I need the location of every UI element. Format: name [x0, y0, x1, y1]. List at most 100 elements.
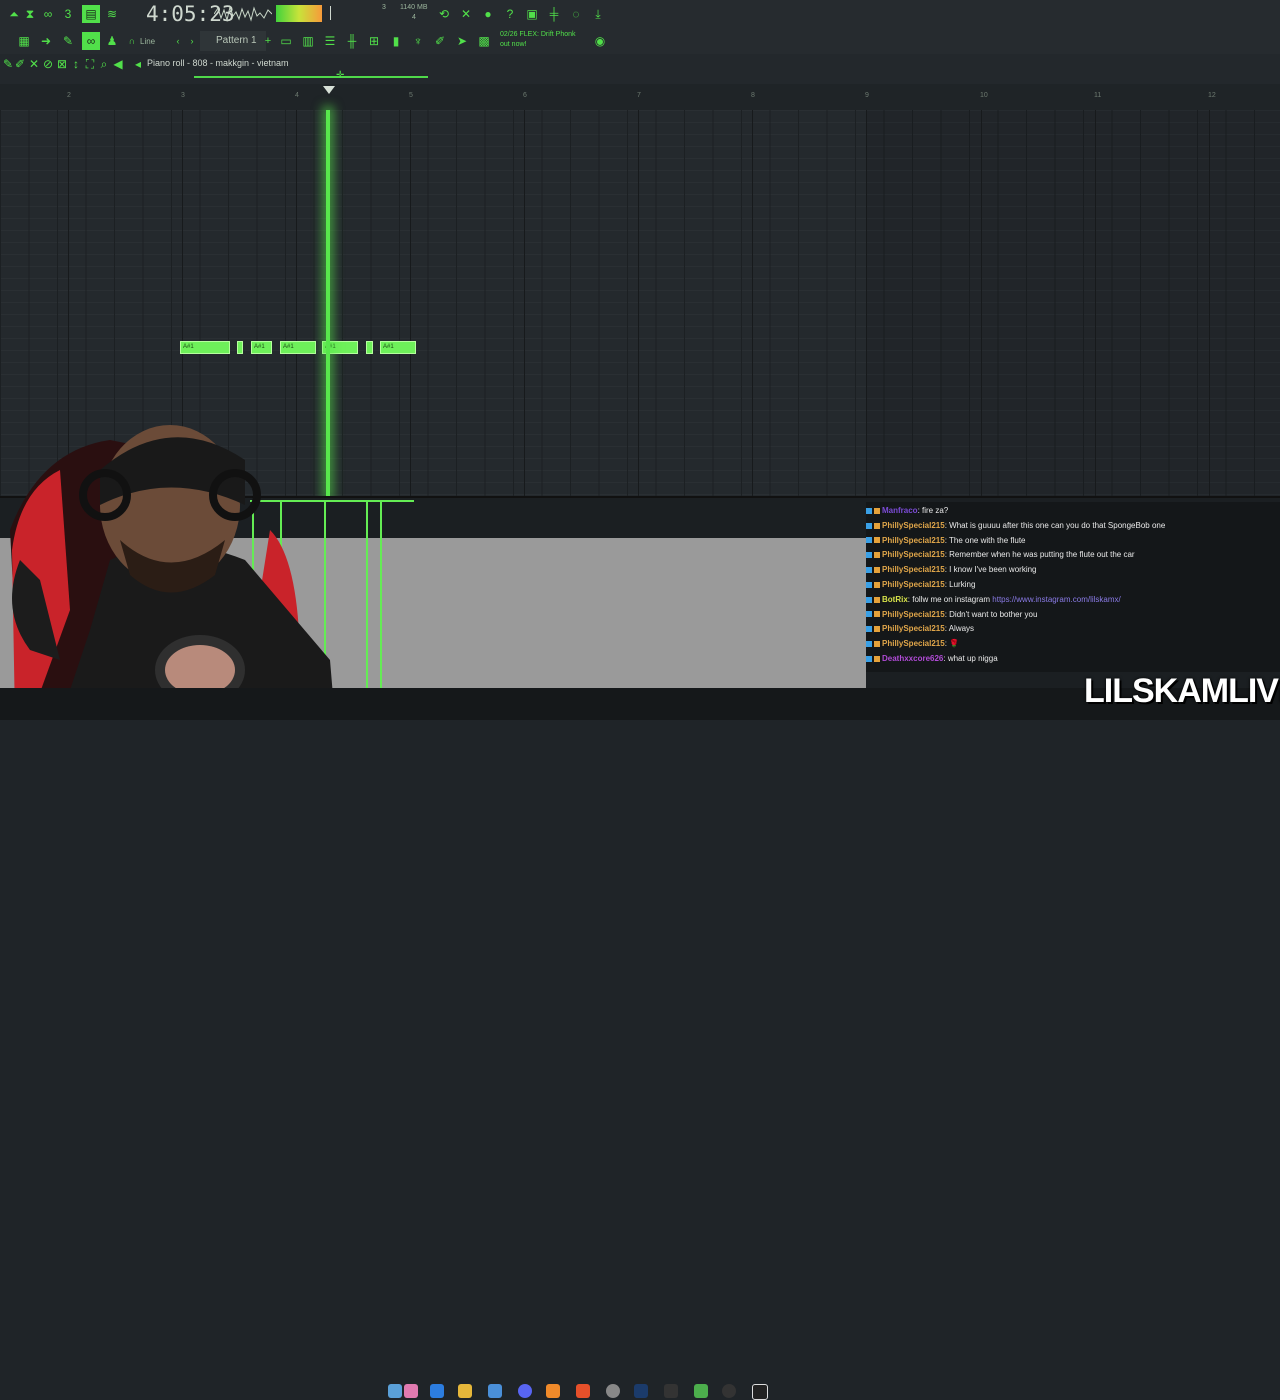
pattern-selector[interactable]: Pattern 1: [216, 35, 257, 46]
memory-usage: 1140 MB: [400, 4, 428, 11]
help-icon[interactable]: ?: [502, 6, 518, 22]
cpu-icon[interactable]: ▩: [476, 33, 492, 49]
chat-username[interactable]: PhillySpecial215: [882, 580, 945, 589]
microphone-icon[interactable]: ●: [480, 6, 496, 22]
velocity-bar[interactable]: [380, 500, 382, 688]
horizontal-scrollbar[interactable]: [194, 76, 428, 78]
download-icon[interactable]: ⤓: [590, 6, 606, 22]
chat-username[interactable]: Deathxxcore626: [882, 654, 943, 663]
magnet-icon[interactable]: ∩: [124, 33, 140, 49]
note-a#1[interactable]: A#1: [180, 341, 230, 354]
pencil-icon[interactable]: ✎: [60, 33, 76, 49]
blend-icon[interactable]: ≋: [104, 6, 120, 22]
chat-username[interactable]: PhillySpecial215: [882, 565, 945, 574]
master-volume-meter: [276, 5, 322, 22]
metronome-icon[interactable]: ⏶: [6, 6, 22, 22]
chevron-right-icon[interactable]: ›: [184, 33, 200, 49]
discord-icon[interactable]: [518, 1384, 532, 1398]
badge-icon: [874, 581, 880, 588]
chat-username[interactable]: PhillySpecial215: [882, 624, 945, 633]
wait-icon[interactable]: ⧗: [22, 6, 38, 22]
chat-message: PhillySpecial215: Didn't want to bother …: [866, 608, 1037, 622]
arrow-right-icon[interactable]: ➜: [38, 33, 54, 49]
speaker-icon: ◂: [134, 57, 142, 71]
bluestacks-icon[interactable]: [694, 1384, 708, 1398]
note-a#1[interactable]: A#1: [251, 341, 272, 354]
badge-icon: [866, 596, 872, 603]
fl-studio-icon[interactable]: [546, 1384, 560, 1398]
channel-rack-icon[interactable]: ▥: [300, 33, 316, 49]
badge-icon: [874, 596, 880, 603]
chat-message: PhillySpecial215: Always: [866, 622, 974, 636]
app-icon[interactable]: [664, 1384, 678, 1398]
playback-tool-icon[interactable]: ◀: [110, 56, 126, 72]
plugin-icon[interactable]: ╪: [546, 6, 562, 22]
mixer-icon[interactable]: ╫: [344, 33, 360, 49]
tulips-icon[interactable]: [388, 1384, 402, 1398]
chatgpt-icon[interactable]: [606, 1384, 620, 1398]
countdown-icon[interactable]: 3: [60, 6, 76, 22]
chat-username[interactable]: PhillySpecial215: [882, 610, 945, 619]
chat-username[interactable]: Manfraco: [882, 506, 918, 515]
bar-line: [638, 110, 639, 496]
steam-icon[interactable]: [634, 1384, 648, 1398]
bar-number: 7: [637, 92, 641, 99]
chat-username[interactable]: PhillySpecial215: [882, 521, 945, 530]
browser-icon[interactable]: ⊞: [366, 33, 382, 49]
store-icon[interactable]: [488, 1384, 502, 1398]
chat-link[interactable]: https://www.instagram.com/lilskamx/: [992, 595, 1120, 604]
note-a#1[interactable]: A#1: [280, 341, 316, 354]
bar-number: 9: [865, 92, 869, 99]
snap-select[interactable]: Line: [140, 37, 155, 46]
link-icon[interactable]: ∞: [82, 32, 100, 50]
save-icon[interactable]: ▣: [524, 6, 540, 22]
bar-number: 3: [181, 92, 185, 99]
brave-icon[interactable]: [576, 1384, 590, 1398]
capcut-icon[interactable]: [752, 1384, 768, 1400]
chat-username[interactable]: PhillySpecial215: [882, 550, 945, 559]
badge-icon: [874, 537, 880, 544]
send-icon[interactable]: ➤: [454, 33, 470, 49]
copilot-icon[interactable]: [430, 1384, 444, 1398]
master-pitch-slider[interactable]: [330, 6, 331, 20]
stamp-icon[interactable]: ♟: [104, 33, 120, 49]
folder-icon[interactable]: [458, 1384, 472, 1398]
note-a#1[interactable]: [366, 341, 373, 354]
photos-icon[interactable]: [404, 1384, 418, 1398]
news-text-2[interactable]: out now!: [500, 41, 526, 48]
note-a#1[interactable]: A#1: [380, 341, 416, 354]
note-a#1[interactable]: [237, 341, 243, 354]
chat-username[interactable]: PhillySpecial215: [882, 639, 945, 648]
undo-history-icon[interactable]: ⟲: [436, 6, 452, 22]
chat-username[interactable]: PhillySpecial215: [882, 536, 945, 545]
chat-text: : follw me on instagram: [907, 594, 993, 604]
news-text[interactable]: FLEX: Drift Phonk: [519, 31, 575, 38]
chat-overlay: Manfraco: fire za? PhillySpecial215: What…: [866, 502, 1280, 672]
chat-text: : fire za?: [917, 506, 949, 515]
piano-roll-titlebar: ✎ ✐ ✕ ⊘ ⊠ ↕ ⛶ ⌕ ◀ ◂ Piano roll - 808 - m…: [0, 54, 1280, 84]
piano-roll-icon[interactable]: ☰: [322, 33, 338, 49]
plugin-picker-icon[interactable]: ♆: [410, 33, 426, 49]
bar-line: [866, 110, 867, 496]
touch-keyboard-icon[interactable]: ✐: [432, 33, 448, 49]
playlist-icon[interactable]: ▭: [278, 33, 294, 49]
chat-username[interactable]: BotRix: [882, 595, 908, 604]
4k-downloader-icon[interactable]: [722, 1384, 736, 1398]
badge-icon: [866, 581, 872, 588]
online-icon[interactable]: ◉: [592, 33, 608, 49]
tools-icon[interactable]: ✕: [458, 6, 474, 22]
keyboard-icon[interactable]: ▦: [16, 33, 32, 49]
step-edit-icon[interactable]: ▤: [82, 5, 100, 23]
loop-record-icon[interactable]: ∞: [40, 6, 56, 22]
add-pattern-icon[interactable]: +: [260, 33, 276, 49]
piano-roll-title[interactable]: Piano roll - 808 - makkgin - vietnam: [147, 58, 289, 68]
chat-message: PhillySpecial215: The one with the flute: [866, 534, 1026, 548]
velocity-bar[interactable]: [366, 500, 368, 688]
chat-icon[interactable]: ◌: [568, 6, 584, 22]
plugin-database-icon[interactable]: ▮: [388, 33, 404, 49]
badge-icon: [874, 522, 880, 529]
chat-text: : Always: [944, 624, 975, 634]
scroll-handle-icon[interactable]: ✛: [336, 71, 346, 81]
playhead-marker[interactable]: [323, 86, 335, 94]
oscilloscope-icon: [214, 5, 272, 22]
